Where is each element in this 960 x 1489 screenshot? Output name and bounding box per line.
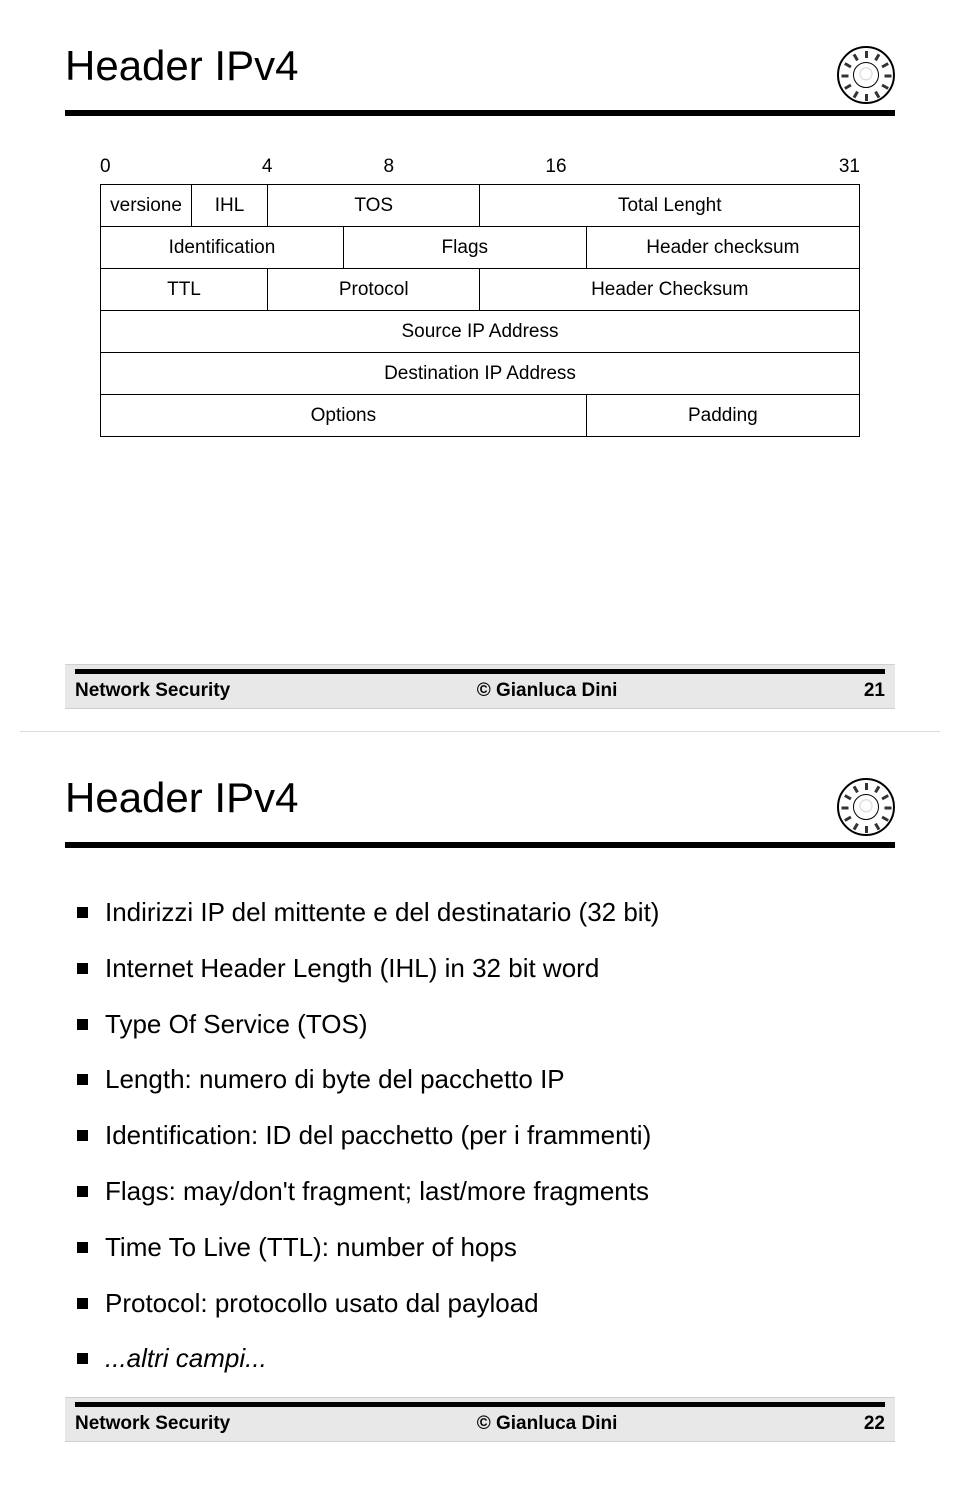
bit-label-31: 31 xyxy=(839,156,860,178)
cell-padding: Padding xyxy=(586,395,859,437)
university-seal-icon xyxy=(837,46,895,104)
title-row: Header IPv4 xyxy=(65,42,895,104)
slide-header-ipv4-diagram: Header IPv4 xyxy=(20,12,940,732)
footer-left: Network Security xyxy=(75,680,230,702)
bit-label-16: 16 xyxy=(545,156,566,178)
bullet-item: Indirizzi IP del mittente e del destinat… xyxy=(105,896,895,930)
bullet-item: Protocol: protocollo usato dal payload xyxy=(105,1287,895,1321)
cell-header-checksum: Header checksum xyxy=(586,227,859,269)
footer-left: Network Security xyxy=(75,1413,230,1435)
slide-footer: Network Security © Gianluca Dini 21 xyxy=(65,664,895,709)
cell-options: Options xyxy=(101,395,587,437)
slide-title: Header IPv4 xyxy=(65,774,298,822)
cell-total-length: Total Lenght xyxy=(480,185,860,227)
bit-label-8: 8 xyxy=(384,156,395,178)
bit-label-0: 0 xyxy=(100,156,111,178)
bullet-item: Flags: may/don't fragment; last/more fra… xyxy=(105,1175,895,1209)
footer-center: © Gianluca Dini xyxy=(477,1413,618,1435)
title-underline xyxy=(65,842,895,848)
bullet-list: Indirizzi IP del mittente e del destinat… xyxy=(65,896,895,1376)
bullet-item: Length: numero di byte del pacchetto IP xyxy=(105,1063,895,1097)
bullet-item-more: ...altri campi... xyxy=(105,1342,895,1376)
cell-flags: Flags xyxy=(343,227,586,269)
cell-versione: versione xyxy=(101,185,192,227)
bullet-item: Identification: ID del pacchetto (per i … xyxy=(105,1119,895,1153)
document-page: Header IPv4 xyxy=(0,12,960,1464)
slide-title: Header IPv4 xyxy=(65,42,298,90)
slide-footer: Network Security © Gianluca Dini 22 xyxy=(65,1397,895,1442)
university-seal-icon xyxy=(837,778,895,836)
cell-protocol: Protocol xyxy=(267,269,480,311)
bit-label-4: 4 xyxy=(262,156,273,178)
title-row: Header IPv4 xyxy=(65,774,895,836)
cell-ihl: IHL xyxy=(192,185,268,227)
footer-page-number: 22 xyxy=(864,1413,885,1435)
cell-destination-ip: Destination IP Address xyxy=(101,353,860,395)
slide-header-ipv4-bullets: Header IPv4 xyxy=(20,744,940,1464)
cell-source-ip: Source IP Address xyxy=(101,311,860,353)
cell-tos: TOS xyxy=(267,185,480,227)
footer-page-number: 21 xyxy=(864,680,885,702)
cell-identification: Identification xyxy=(101,227,344,269)
ipv4-header-diagram: 0 4 8 16 31 versione IHL TOS Total xyxy=(100,156,860,437)
bullet-item: Time To Live (TTL): number of hops xyxy=(105,1231,895,1265)
title-underline xyxy=(65,110,895,116)
bullet-item: Type Of Service (TOS) xyxy=(105,1008,895,1042)
footer-center: © Gianluca Dini xyxy=(477,680,618,702)
cell-ttl: TTL xyxy=(101,269,268,311)
bullet-item: Internet Header Length (IHL) in 32 bit w… xyxy=(105,952,895,986)
ipv4-table: versione IHL TOS Total Lenght Identifica… xyxy=(100,184,860,437)
bit-ruler: 0 4 8 16 31 xyxy=(100,156,860,184)
cell-header-checksum-2: Header Checksum xyxy=(480,269,860,311)
